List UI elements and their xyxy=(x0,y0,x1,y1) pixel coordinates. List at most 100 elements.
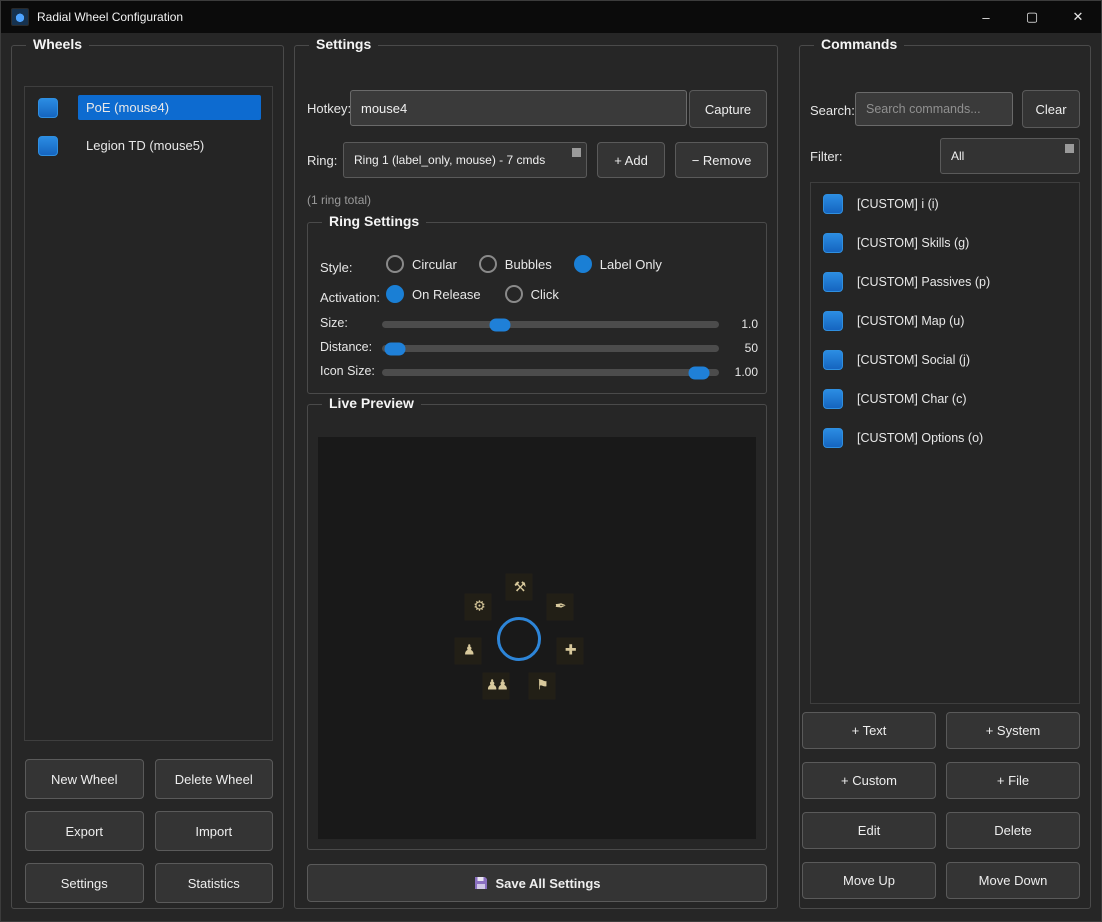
filter-combobox[interactable]: All xyxy=(940,138,1080,174)
minimize-button[interactable]: – xyxy=(963,1,1009,33)
command-checkbox-icon[interactable] xyxy=(823,272,843,292)
wheels-listbox[interactable]: PoE (mouse4) Legion TD (mouse5) xyxy=(24,86,273,741)
command-item[interactable]: [CUSTOM] Map (u) xyxy=(823,311,1079,331)
ring-total-label: (1 ring total) xyxy=(307,193,372,207)
activation-label: Activation: xyxy=(320,290,380,305)
wheel-action-button[interactable]: Delete Wheel xyxy=(154,759,273,799)
command-item-label[interactable]: [CUSTOM] i (i) xyxy=(857,197,939,211)
slider-row: Distance: 50 xyxy=(308,337,766,359)
wheels-button-grid: New Wheel Delete Wheel Export Import Set… xyxy=(25,759,273,903)
wheel-checkbox-icon[interactable] xyxy=(38,97,58,118)
command-checkbox-icon[interactable] xyxy=(823,350,843,370)
wheel-action-button[interactable]: Statistics xyxy=(154,863,273,903)
ring-label: Ring: xyxy=(307,153,338,168)
command-item-label[interactable]: [CUSTOM] Social (j) xyxy=(857,353,970,367)
wheels-group-label: Wheels xyxy=(26,36,90,52)
flag-icon: ⚑ xyxy=(528,672,556,700)
command-item[interactable]: [CUSTOM] Options (o) xyxy=(823,428,1079,448)
capture-button[interactable]: Capture xyxy=(689,90,767,128)
wheel-checkbox-icon[interactable] xyxy=(38,135,58,156)
command-action-button[interactable]: + Custom xyxy=(802,762,936,799)
ring-combobox[interactable]: Ring 1 (label_only, mouse) - 7 cmds xyxy=(343,142,587,178)
combo-indicator-icon[interactable] xyxy=(572,148,581,157)
activation-radio-option[interactable]: On Release xyxy=(386,285,481,303)
search-input[interactable] xyxy=(855,92,1013,126)
activation-radio-option[interactable]: Click xyxy=(504,285,559,303)
app-icon xyxy=(11,8,29,26)
slider-value: 1.0 xyxy=(741,317,758,331)
radio-icon[interactable] xyxy=(386,255,404,273)
command-item[interactable]: [CUSTOM] Skills (g) xyxy=(823,233,1079,253)
command-item[interactable]: [CUSTOM] Passives (p) xyxy=(823,272,1079,292)
hotkey-input[interactable] xyxy=(350,90,687,126)
command-item-label[interactable]: [CUSTOM] Skills (g) xyxy=(857,236,969,250)
wheel-action-button[interactable]: Export xyxy=(25,811,144,851)
style-radio-option[interactable]: Bubbles xyxy=(478,255,552,273)
radio-option-label: Circular xyxy=(412,256,457,272)
command-action-button[interactable]: + Text xyxy=(802,712,936,749)
slider-track[interactable] xyxy=(382,342,719,355)
filter-combobox-value: All xyxy=(951,149,965,163)
command-item-label[interactable]: [CUSTOM] Passives (p) xyxy=(857,275,990,289)
command-action-button[interactable]: + File xyxy=(946,762,1080,799)
command-action-button[interactable]: Move Down xyxy=(946,862,1080,899)
maximize-button[interactable]: ▢ xyxy=(1009,1,1055,33)
wheel-item-label[interactable]: Legion TD (mouse5) xyxy=(78,133,261,158)
wheel-action-button[interactable]: Import xyxy=(154,811,273,851)
combo-indicator-icon[interactable] xyxy=(1065,144,1074,153)
command-checkbox-icon[interactable] xyxy=(823,389,843,409)
command-checkbox-icon[interactable] xyxy=(823,311,843,331)
command-action-button[interactable]: Move Up xyxy=(802,862,936,899)
activation-radio-group: On Release Click xyxy=(386,285,559,303)
radio-icon[interactable] xyxy=(573,255,592,273)
add-ring-button[interactable]: + Add xyxy=(597,142,665,178)
save-icon xyxy=(474,877,487,889)
commands-group-label: Commands xyxy=(814,36,905,52)
style-radio-option[interactable]: Label Only xyxy=(573,255,662,273)
radio-option-label: Bubbles xyxy=(504,256,552,272)
command-action-button[interactable]: + System xyxy=(946,712,1080,749)
save-all-button[interactable]: Save All Settings xyxy=(307,864,767,902)
slider-track[interactable] xyxy=(382,318,719,331)
close-button[interactable]: ✕ xyxy=(1055,1,1101,33)
command-item-label[interactable]: [CUSTOM] Char (c) xyxy=(857,392,967,406)
commands-list[interactable]: [CUSTOM] i (i) [CUSTOM] Skills (g) [CUST… xyxy=(810,182,1080,704)
command-item[interactable]: [CUSTOM] Char (c) xyxy=(823,389,1079,409)
command-item-label[interactable]: [CUSTOM] Map (u) xyxy=(857,314,964,328)
remove-ring-button[interactable]: − Remove xyxy=(675,142,768,178)
radio-icon[interactable] xyxy=(478,255,497,273)
radio-option-label: Label Only xyxy=(599,256,662,272)
wheel-action-button[interactable]: Settings xyxy=(25,863,144,903)
radio-icon[interactable] xyxy=(504,285,523,303)
settings-group: Settings Hotkey: Capture Ring: Ring 1 (l… xyxy=(294,36,778,909)
wheel-item[interactable]: Legion TD (mouse5) xyxy=(38,133,261,158)
command-action-button[interactable]: Edit xyxy=(802,812,936,849)
app-window: Radial Wheel Configuration – ▢ ✕ Wheels … xyxy=(0,0,1102,922)
command-checkbox-icon[interactable] xyxy=(823,233,843,253)
style-radio-option[interactable]: Circular xyxy=(386,255,457,273)
slider-handle[interactable] xyxy=(489,318,511,331)
settings-group-label: Settings xyxy=(309,36,379,52)
command-item[interactable]: [CUSTOM] i (i) xyxy=(823,194,1079,214)
wheel-item-label[interactable]: PoE (mouse4) xyxy=(78,95,261,120)
command-item-label[interactable]: [CUSTOM] Options (o) xyxy=(857,431,983,445)
clear-search-button[interactable]: Clear xyxy=(1022,90,1080,128)
command-checkbox-icon[interactable] xyxy=(823,428,843,448)
live-preview-group-label: Live Preview xyxy=(322,395,421,411)
command-checkbox-icon[interactable] xyxy=(823,194,843,214)
wheel-item[interactable]: PoE (mouse4) xyxy=(38,95,261,120)
style-label: Style: xyxy=(320,260,353,275)
quill-icon: ✒ xyxy=(546,593,574,621)
command-item[interactable]: [CUSTOM] Social (j) xyxy=(823,350,1079,370)
slider-handle[interactable] xyxy=(384,342,406,355)
slider-handle[interactable] xyxy=(688,366,710,379)
slider-track[interactable] xyxy=(382,366,719,379)
commands-group: Commands Search: Clear Filter: All [CUST… xyxy=(799,36,1091,909)
wheel-action-button[interactable]: New Wheel xyxy=(25,759,144,799)
command-action-button[interactable]: Delete xyxy=(946,812,1080,849)
radio-icon[interactable] xyxy=(386,285,404,303)
search-label: Search: xyxy=(810,103,855,118)
commands-button-grid: + Text + System + Custom + File Edit Del… xyxy=(802,712,1080,899)
radio-option-label: Click xyxy=(530,286,559,302)
wheels-group: Wheels PoE (mouse4) Legion TD (mouse5) N… xyxy=(11,36,284,909)
